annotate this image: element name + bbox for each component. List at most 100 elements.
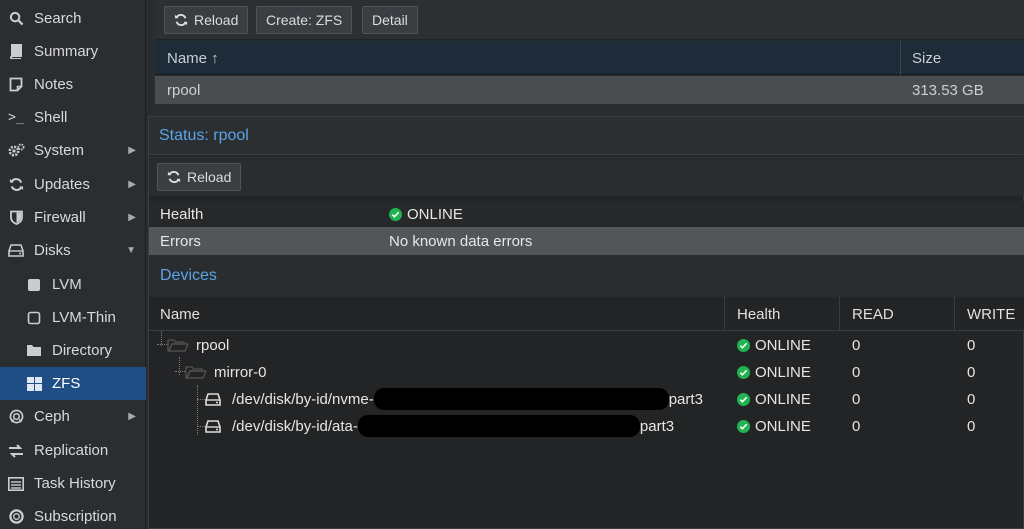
folder-open-icon — [167, 331, 189, 359]
square-icon — [25, 277, 43, 293]
window-title[interactable]: Status: rpool — [149, 117, 1024, 155]
device-name: /dev/disk/by-id/nvme- part3 — [232, 385, 703, 413]
sidebar-item-disks[interactable]: Disks ▼ — [0, 234, 146, 267]
column-header-size[interactable]: Size — [912, 41, 941, 75]
create-zfs-button-label: Create: ZFS — [266, 12, 343, 28]
sidebar-item-label: Shell — [34, 109, 68, 126]
table-row[interactable]: /dev/disk/by-id/nvme- part3 ONLINE 0 0 — [149, 385, 1024, 413]
sidebar-item-replication[interactable]: Replication — [0, 434, 146, 467]
status-window: Status: rpool Reload Health ONLINE Error… — [148, 116, 1024, 529]
ceph-icon — [7, 409, 25, 425]
device-write: 0 — [967, 390, 976, 408]
grid-empty-area — [155, 104, 1024, 116]
sidebar-item-zfs[interactable]: ZFS — [0, 367, 146, 400]
sidebar-item-subscription[interactable]: Subscription — [0, 500, 146, 529]
sidebar-item-label: System — [34, 142, 85, 159]
square-outline-icon — [25, 310, 43, 326]
support-icon — [7, 509, 25, 525]
device-health-text: ONLINE — [755, 417, 811, 435]
sidebar-item-task-history[interactable]: Task History — [0, 467, 146, 500]
sidebar: Search Summary Notes >_ Shell System ▶ U… — [0, 0, 146, 529]
sidebar-item-lvm-thin[interactable]: LVM-Thin — [0, 301, 146, 334]
column-separator — [900, 41, 901, 75]
device-name: /dev/disk/by-id/ata- part3 — [232, 412, 674, 440]
reload-button-label: Reload — [194, 12, 239, 28]
gears-icon — [7, 143, 25, 159]
sidebar-item-label: Updates — [34, 176, 90, 193]
column-header-health[interactable]: Health — [737, 297, 780, 331]
sidebar-item-shell[interactable]: >_ Shell — [0, 101, 146, 134]
devices-title: Devices — [149, 255, 1024, 297]
device-read: 0 — [852, 417, 861, 435]
column-header-name[interactable]: Name — [160, 297, 200, 331]
sidebar-item-updates[interactable]: Updates ▶ — [0, 168, 146, 201]
hdd-icon — [7, 243, 25, 259]
status-reload-button[interactable]: Reload — [157, 163, 242, 191]
terminal-icon: >_ — [8, 110, 24, 125]
device-health: ONLINE — [737, 358, 811, 386]
column-header-write[interactable]: WRITE — [967, 297, 1015, 331]
chevron-down-icon: ▼ — [126, 245, 136, 256]
errors-value: No known data errors — [389, 232, 533, 250]
sidebar-item-directory[interactable]: Directory — [0, 334, 146, 367]
sidebar-item-ceph[interactable]: Ceph ▶ — [0, 400, 146, 433]
table-row[interactable]: mirror-0 ONLINE 0 0 — [149, 358, 1024, 386]
column-separator — [724, 297, 725, 331]
redaction-mark — [357, 415, 640, 437]
device-read: 0 — [852, 336, 861, 354]
sidebar-item-search[interactable]: Search — [0, 2, 146, 35]
device-name: rpool — [196, 336, 230, 354]
sidebar-item-notes[interactable]: Notes — [0, 68, 146, 101]
folder-icon — [25, 343, 43, 359]
table-row[interactable]: rpool ONLINE 0 0 — [149, 331, 1024, 359]
sidebar-item-label: LVM-Thin — [52, 309, 116, 326]
grid-icon — [25, 376, 43, 392]
column-header-read[interactable]: READ — [852, 297, 894, 331]
notes-icon — [7, 77, 25, 93]
table-row[interactable]: /dev/disk/by-id/ata- part3 ONLINE 0 0 — [149, 412, 1024, 440]
device-name-prefix: /dev/disk/by-id/ata- — [232, 417, 358, 435]
status-toolbar: Reload — [149, 156, 1024, 196]
device-name: mirror-0 — [214, 363, 267, 381]
sidebar-item-label: Task History — [34, 475, 116, 492]
health-key: Health — [160, 205, 204, 223]
chevron-right-icon: ▶ — [128, 145, 136, 156]
search-icon — [7, 11, 25, 27]
check-circle-icon — [737, 338, 750, 352]
sidebar-item-label: Directory — [52, 342, 113, 359]
folder-open-icon — [185, 358, 207, 386]
sidebar-item-label: Ceph — [34, 408, 70, 425]
device-health-text: ONLINE — [755, 336, 811, 354]
pool-toolbar: Reload Create: ZFS Detail — [155, 0, 1024, 40]
detail-button[interactable]: Detail — [362, 6, 418, 34]
create-zfs-button[interactable]: Create: ZFS — [256, 6, 353, 34]
chevron-right-icon: ▶ — [128, 179, 136, 190]
device-health-text: ONLINE — [755, 390, 811, 408]
device-read: 0 — [852, 390, 861, 408]
sidebar-item-system[interactable]: System ▶ — [0, 134, 146, 167]
shield-icon — [7, 210, 25, 226]
chevron-right-icon: ▶ — [128, 411, 136, 422]
device-health: ONLINE — [737, 331, 811, 359]
sidebar-item-label: Subscription — [34, 508, 117, 525]
devices-header: Name Health READ WRITE — [149, 297, 1024, 331]
device-write: 0 — [967, 336, 976, 354]
sidebar-item-lvm[interactable]: LVM — [0, 268, 146, 301]
device-name-suffix: part3 — [639, 417, 675, 435]
table-row[interactable]: rpool 313.53 GB — [155, 76, 1024, 104]
detail-button-label: Detail — [372, 12, 408, 28]
health-row: Health ONLINE — [149, 201, 1024, 227]
sidebar-item-firewall[interactable]: Firewall ▶ — [0, 201, 146, 234]
reload-button[interactable]: Reload — [164, 6, 249, 34]
sidebar-item-label: ZFS — [52, 375, 81, 392]
refresh-icon — [167, 170, 181, 184]
health-value: ONLINE — [389, 201, 463, 227]
sidebar-item-summary[interactable]: Summary — [0, 35, 146, 68]
device-write: 0 — [967, 417, 976, 435]
sidebar-item-label: Firewall — [34, 209, 86, 226]
refresh-icon — [174, 13, 188, 27]
replication-icon — [7, 443, 25, 459]
sidebar-item-label: Disks — [34, 242, 71, 259]
column-header-name[interactable]: Name ↑ — [167, 41, 219, 75]
column-separator — [954, 297, 955, 331]
